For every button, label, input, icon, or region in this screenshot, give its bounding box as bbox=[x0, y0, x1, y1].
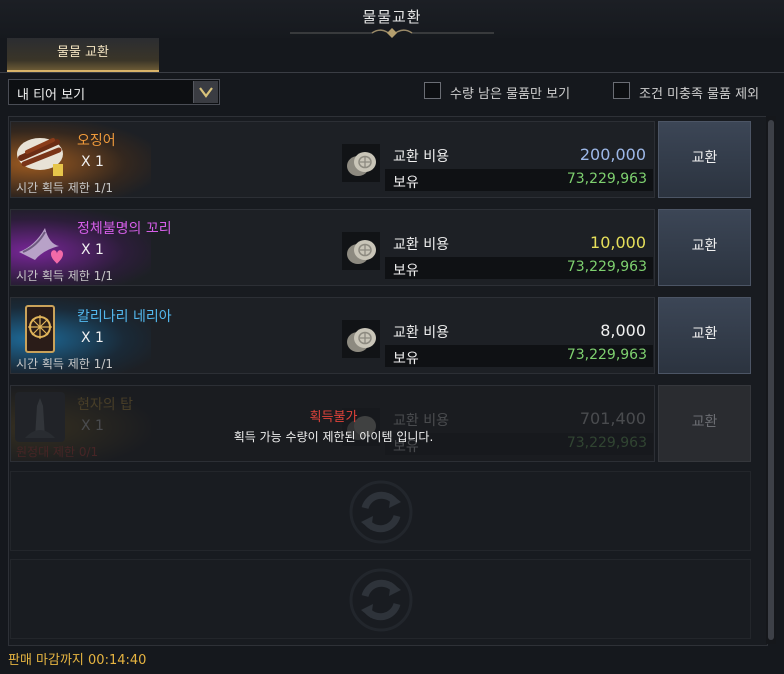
mystery-tail-item-icon bbox=[15, 216, 65, 266]
item-quantity: X 1 bbox=[81, 330, 104, 346]
checkbox-exclude-unmet-label: 조건 미충족 물품 제외 bbox=[639, 87, 760, 102]
cost-label: 교환 비용 bbox=[393, 325, 449, 341]
acquire-limit: 시간 획득 제한 1/1 bbox=[16, 357, 113, 371]
item-name: 정체불명의 꼬리 bbox=[77, 221, 172, 237]
exchange-row: 정체불명의 꼬리 X 1 시간 획득 제한 1/1 교환 비용 10,000 보… bbox=[10, 209, 655, 286]
owned-label: 보유 bbox=[393, 175, 419, 191]
checkbox-remaining-qty-label: 수량 남은 물품만 보기 bbox=[450, 87, 571, 102]
unavailable-title: 획득불가 bbox=[309, 410, 358, 425]
acquire-limit: 시간 획득 제한 1/1 bbox=[16, 181, 113, 195]
checkbox-exclude-unmet[interactable] bbox=[613, 82, 630, 99]
checkbox-remaining-qty[interactable] bbox=[424, 82, 441, 99]
cost-value: 10,000 bbox=[590, 233, 646, 252]
window-title-bar: 물물교환 bbox=[0, 0, 784, 38]
item-name: 칼리나리 네리아 bbox=[77, 309, 172, 325]
exchange-cycle-icon bbox=[349, 480, 413, 544]
cost-label: 교환 비용 bbox=[393, 237, 449, 253]
exchange-button[interactable]: 교환 bbox=[658, 121, 751, 198]
owned-label: 보유 bbox=[393, 263, 419, 279]
exchange-row-unavailable: 현자의 탑 X 1 원정대 제한 0/1 교환 비용 701,400 보유 73… bbox=[10, 385, 655, 462]
owned-value: 73,229,963 bbox=[566, 347, 647, 363]
tier-select-dropdown[interactable]: 내 티어 보기 bbox=[8, 79, 220, 105]
owned-label: 보유 bbox=[393, 351, 419, 367]
item-quantity: X 1 bbox=[81, 154, 104, 170]
sale-deadline-timer: 판매 마감까지 00:14:40 bbox=[8, 653, 147, 668]
tier-select-value: 내 티어 보기 bbox=[17, 88, 86, 103]
exchange-button[interactable]: 교환 bbox=[658, 209, 751, 286]
owned-bar: 보유 73,229,963 bbox=[385, 345, 653, 367]
unavailable-description: 획득 가능 수량이 제한된 아이템 입니다. bbox=[233, 430, 434, 444]
owned-bar: 보유 73,229,963 bbox=[385, 169, 653, 191]
owned-value: 73,229,963 bbox=[566, 171, 647, 187]
owned-value: 73,229,963 bbox=[566, 259, 647, 275]
scrollbar-thumb[interactable] bbox=[768, 120, 774, 640]
owned-bar: 보유 73,229,963 bbox=[385, 257, 653, 279]
exchange-button[interactable]: 교환 bbox=[658, 297, 751, 374]
tab-barter[interactable]: 물물 교환 bbox=[7, 38, 159, 72]
empty-slot bbox=[10, 559, 751, 639]
empty-slot bbox=[10, 471, 751, 551]
scrollbar[interactable] bbox=[766, 116, 776, 644]
cost-label: 교환 비용 bbox=[393, 149, 449, 165]
item-name: 오징어 bbox=[77, 133, 116, 149]
exchange-row: 오징어 X 1 시간 획득 제한 1/1 교환 비용 200,000 보유 73… bbox=[10, 121, 655, 198]
cost-value: 8,000 bbox=[600, 321, 646, 340]
item-quantity: X 1 bbox=[81, 242, 104, 258]
cost-value: 200,000 bbox=[579, 145, 646, 164]
acquire-limit: 원정대 제한 0/1 bbox=[16, 445, 99, 459]
silver-coin-icon bbox=[342, 144, 380, 182]
squid-item-icon bbox=[15, 128, 65, 178]
card-item-icon bbox=[15, 304, 65, 354]
tab-strip: 물물 교환 bbox=[0, 36, 784, 73]
silver-coin-icon bbox=[342, 320, 380, 358]
chevron-down-icon[interactable] bbox=[193, 81, 218, 103]
exchange-cycle-icon bbox=[349, 568, 413, 632]
silver-coin-icon bbox=[342, 232, 380, 270]
exchange-button-disabled: 교환 bbox=[658, 385, 751, 462]
acquire-limit: 시간 획득 제한 1/1 bbox=[16, 269, 113, 283]
exchange-row: 칼리나리 네리아 X 1 시간 획득 제한 1/1 교환 비용 8,000 보유… bbox=[10, 297, 655, 374]
